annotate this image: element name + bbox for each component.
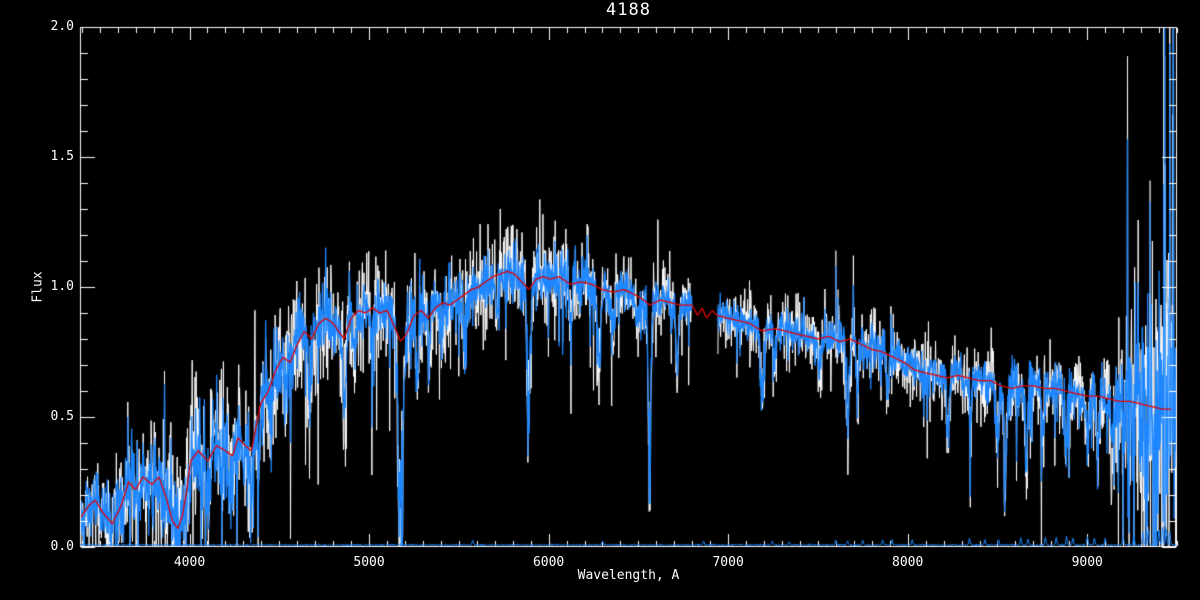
- y-tick-label: 1.0: [50, 279, 74, 294]
- x-tick-label: 5000: [353, 555, 385, 570]
- spectrum-chart: 4188 Flux Wavelength, A 4000 5000 6000 7000…: [0, 0, 1200, 600]
- x-tick-label: 4000: [173, 555, 206, 570]
- y-tick-label: 2.0: [50, 19, 74, 34]
- spectrum-plot-canvas: [0, 0, 1200, 600]
- x-axis-label: Wavelength, A: [577, 568, 680, 583]
- y-tick-label: 1.5: [50, 149, 74, 164]
- x-tick-label: 8000: [892, 555, 924, 570]
- y-tick-label: 0.0: [50, 539, 74, 554]
- plot-title: 4188: [606, 0, 651, 20]
- x-tick-label: 9000: [1071, 555, 1103, 570]
- x-tick-label: 6000: [532, 555, 565, 570]
- x-tick-label: 7000: [712, 555, 744, 570]
- y-tick-label: 0.5: [50, 409, 74, 424]
